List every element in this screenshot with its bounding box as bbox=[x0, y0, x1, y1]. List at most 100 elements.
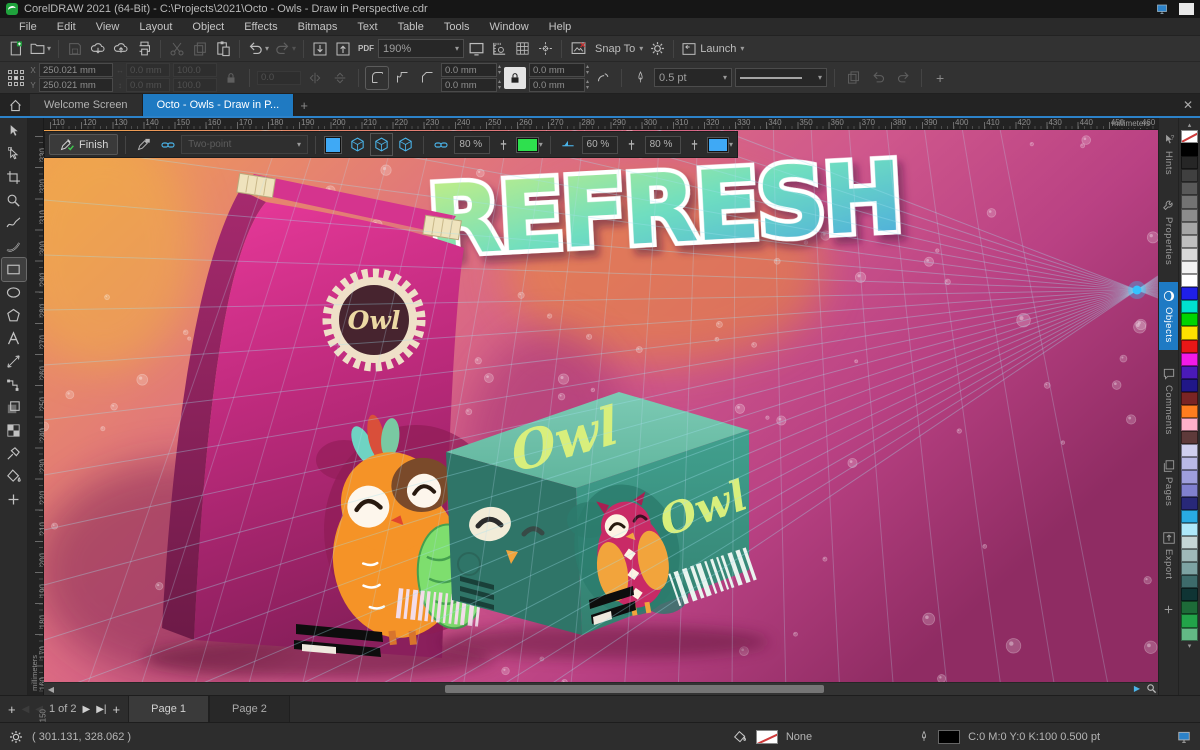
previous-page-button[interactable]: ◀ bbox=[35, 704, 43, 715]
show-rulers-button[interactable] bbox=[488, 38, 510, 60]
palette-swatch-9[interactable] bbox=[1181, 248, 1198, 261]
outline-width-combo[interactable]: 0.5 pt▾ bbox=[654, 68, 732, 87]
status-settings-gear-icon[interactable] bbox=[8, 729, 24, 745]
palette-swatch-10[interactable] bbox=[1181, 261, 1198, 274]
color-eyedropper-tool[interactable] bbox=[2, 442, 26, 465]
chamfered-corner-button[interactable] bbox=[416, 67, 438, 89]
show-guidelines-button[interactable] bbox=[534, 38, 556, 60]
menu-tools[interactable]: Tools bbox=[435, 20, 479, 34]
object-position-x[interactable]: 250.021 mm bbox=[39, 63, 113, 77]
undo-button[interactable]: ▾ bbox=[245, 38, 271, 60]
menu-bitmaps[interactable]: Bitmaps bbox=[289, 20, 347, 34]
docker-tab-comments[interactable]: Comments bbox=[1159, 360, 1179, 442]
palette-swatch-36[interactable] bbox=[1181, 601, 1198, 614]
options-gear-button[interactable] bbox=[646, 38, 668, 60]
tab-active-document[interactable]: Octo - Owls - Draw in P... bbox=[143, 94, 295, 116]
palette-swatch-30[interactable] bbox=[1181, 523, 1198, 536]
outline-color-swatch[interactable] bbox=[938, 730, 960, 744]
palette-swatch-3[interactable] bbox=[1181, 169, 1198, 182]
transparency-tool[interactable] bbox=[2, 419, 26, 442]
save-button[interactable] bbox=[64, 38, 86, 60]
palette-swatch-26[interactable] bbox=[1181, 470, 1198, 483]
fullscreen-preview-button[interactable] bbox=[465, 38, 487, 60]
palette-swatch-14[interactable] bbox=[1181, 313, 1198, 326]
open-button[interactable]: ▾ bbox=[27, 38, 53, 60]
mirror-horizontal-button[interactable] bbox=[304, 67, 326, 89]
page-tab-1[interactable]: Page 1 bbox=[128, 696, 209, 722]
plane-color-swatch[interactable] bbox=[323, 134, 344, 155]
menu-view[interactable]: View bbox=[87, 20, 129, 34]
cloud-save-button[interactable] bbox=[110, 38, 132, 60]
menu-edit[interactable]: Edit bbox=[48, 20, 85, 34]
drawing-page[interactable]: REFRESH bbox=[44, 130, 1158, 695]
dimension-tool[interactable] bbox=[2, 350, 26, 373]
corner-radius-tl[interactable]: 0.0 mm bbox=[441, 63, 497, 77]
pick-tool[interactable] bbox=[2, 120, 26, 143]
rectangle-tool[interactable] bbox=[2, 258, 26, 281]
palette-swatch-4[interactable] bbox=[1181, 182, 1198, 195]
cut-button[interactable] bbox=[166, 38, 188, 60]
redo-button[interactable]: ▾ bbox=[272, 38, 298, 60]
menu-text[interactable]: Text bbox=[348, 20, 386, 34]
home-tab-button[interactable] bbox=[0, 94, 30, 116]
docker-tab-objects[interactable]: Objects bbox=[1159, 282, 1179, 350]
palette-swatch-20[interactable] bbox=[1181, 392, 1198, 405]
lock-perspective-icon[interactable] bbox=[133, 134, 154, 155]
palette-swatch-21[interactable] bbox=[1181, 405, 1198, 418]
copy-button[interactable] bbox=[189, 38, 211, 60]
zoom-corner-button[interactable] bbox=[1144, 682, 1158, 695]
palette-swatch-12[interactable] bbox=[1181, 287, 1198, 300]
customize-property-bar-button[interactable]: + bbox=[929, 67, 951, 89]
ellipse-tool[interactable] bbox=[2, 281, 26, 304]
palette-swatch-8[interactable] bbox=[1181, 235, 1198, 248]
round-corner-button[interactable] bbox=[366, 67, 388, 89]
lock-ratio-button[interactable] bbox=[220, 67, 242, 89]
add-docker-button[interactable] bbox=[1159, 596, 1179, 623]
pan-mode-button[interactable]: ▶ bbox=[1130, 682, 1144, 695]
palette-swatch-22[interactable] bbox=[1181, 418, 1198, 431]
fov-slider-icon[interactable] bbox=[493, 134, 514, 155]
artistic-media-tool[interactable] bbox=[2, 235, 26, 258]
wrap-text-button[interactable] bbox=[842, 67, 864, 89]
next-page-button[interactable]: ▶ bbox=[83, 704, 91, 715]
palette-swatch-1[interactable] bbox=[1181, 143, 1198, 156]
palette-swatch-35[interactable] bbox=[1181, 588, 1198, 601]
print-button[interactable] bbox=[133, 38, 155, 60]
workspace-monitor-icon[interactable] bbox=[1153, 3, 1171, 16]
palette-swatch-24[interactable] bbox=[1181, 444, 1198, 457]
docker-tab-hints[interactable]: Hints bbox=[1159, 126, 1179, 182]
zoom-tool[interactable] bbox=[2, 189, 26, 212]
grid-color-dropdown[interactable]: ▾ bbox=[517, 134, 542, 155]
launch-dropdown[interactable]: Launch▾ bbox=[679, 38, 746, 60]
tab-welcome-screen[interactable]: Welcome Screen bbox=[30, 94, 143, 116]
link-group-icon[interactable] bbox=[157, 134, 178, 155]
scale-x-field[interactable]: 100.0 bbox=[173, 63, 217, 77]
menu-table[interactable]: Table bbox=[389, 20, 433, 34]
welcome-screen-toggle[interactable] bbox=[567, 38, 589, 60]
field-of-view-field[interactable]: 80 % bbox=[454, 136, 490, 154]
snap-to-dropdown[interactable]: Snap To▾ bbox=[590, 38, 645, 60]
add-tool-button[interactable] bbox=[2, 488, 26, 511]
depth-slider-icon[interactable] bbox=[684, 134, 705, 155]
three-point-perspective-button[interactable] bbox=[395, 134, 416, 155]
last-page-button[interactable]: ▶| bbox=[96, 704, 106, 715]
connector-tool[interactable] bbox=[2, 373, 26, 396]
corner-radius-br[interactable]: 0.0 mm bbox=[529, 78, 585, 92]
cloud-open-button[interactable] bbox=[87, 38, 109, 60]
two-point-perspective-button[interactable] bbox=[371, 134, 392, 155]
line-style-combo[interactable]: ▾ bbox=[735, 68, 827, 87]
new-document-button[interactable] bbox=[4, 38, 26, 60]
menu-window[interactable]: Window bbox=[481, 20, 538, 34]
palette-swatch-11[interactable] bbox=[1181, 274, 1198, 287]
horizon-line-icon[interactable] bbox=[558, 134, 579, 155]
freehand-tool[interactable] bbox=[2, 212, 26, 235]
palette-swatch-16[interactable] bbox=[1181, 340, 1198, 353]
palette-swatch-7[interactable] bbox=[1181, 222, 1198, 235]
docker-tab-properties[interactable]: Properties bbox=[1159, 192, 1179, 272]
polygon-tool[interactable] bbox=[2, 304, 26, 327]
palette-swatch-13[interactable] bbox=[1181, 300, 1198, 313]
vertical-ruler[interactable]: 3303203103002902802702602502402302202102… bbox=[28, 118, 44, 695]
horizon-color-dropdown[interactable]: ▾ bbox=[708, 134, 733, 155]
to-back-button[interactable] bbox=[892, 67, 914, 89]
palette-swatch-29[interactable] bbox=[1181, 510, 1198, 523]
